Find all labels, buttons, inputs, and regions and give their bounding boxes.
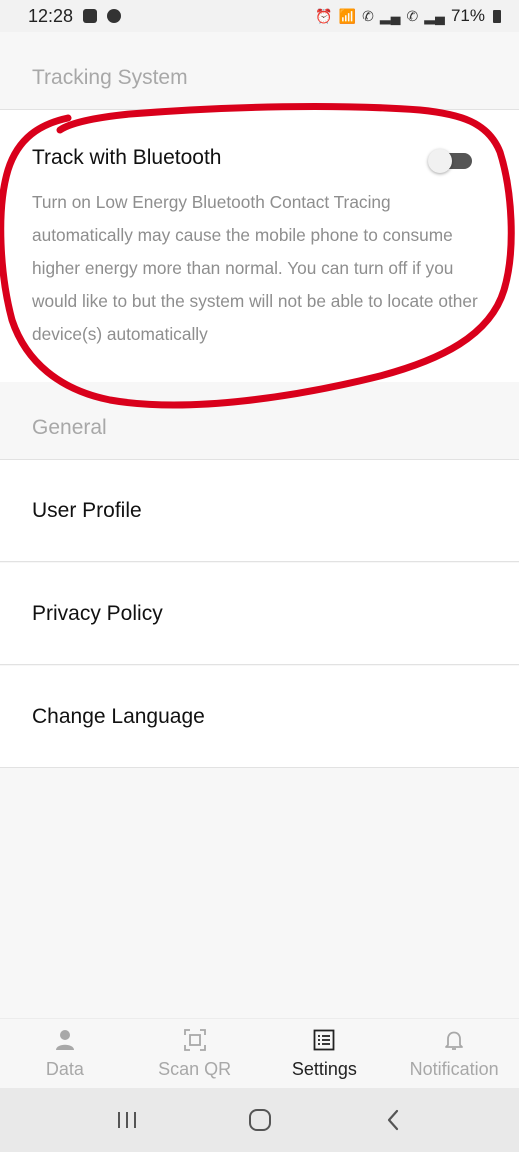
home-icon xyxy=(248,1109,271,1131)
back-icon xyxy=(387,1109,398,1131)
battery-percent: 71% xyxy=(450,6,485,25)
chat-icon xyxy=(107,9,122,23)
tab-notification[interactable]: Notification xyxy=(389,1019,519,1089)
bluetooth-description: Turn on Low Energy Bluetooth Contact Tra… xyxy=(32,192,478,344)
user-profile-item[interactable]: User Profile xyxy=(0,460,519,562)
tab-scan-qr[interactable]: Scan QR xyxy=(130,1019,260,1089)
battery-icon xyxy=(493,9,501,23)
toggle-thumb xyxy=(428,149,452,173)
signal-sim1-icon: ▂▄ xyxy=(379,7,401,24)
list-item-label: Change Language xyxy=(32,704,205,728)
tab-settings[interactable]: Settings xyxy=(260,1019,390,1089)
scan-qr-icon xyxy=(183,1029,206,1051)
bottom-tab-bar: Data Scan QR Settings Notification xyxy=(0,1018,519,1089)
recent-apps-button[interactable] xyxy=(107,1100,147,1140)
tab-label-scan-qr: Scan QR xyxy=(158,1059,232,1079)
wifi-icon: 📶 xyxy=(338,7,357,24)
back-button[interactable] xyxy=(373,1100,413,1140)
privacy-policy-item[interactable]: Privacy Policy xyxy=(0,563,519,665)
recent-apps-icon xyxy=(117,1112,136,1128)
list-item-label: User Profile xyxy=(32,498,142,522)
home-button[interactable] xyxy=(240,1100,280,1140)
list-icon xyxy=(313,1029,335,1051)
section-title-tracking: Tracking System xyxy=(32,66,188,89)
change-language-item[interactable]: Change Language xyxy=(0,666,519,768)
bluetooth-setting-card: Track with Bluetooth Turn on Low Energy … xyxy=(0,110,519,383)
bluetooth-toggle[interactable] xyxy=(428,149,472,173)
system-nav-bar xyxy=(0,1088,519,1152)
section-header-tracking: Tracking System xyxy=(0,32,519,110)
list-item-label: Privacy Policy xyxy=(32,601,163,625)
signal-sim2-icon: ▂▄ xyxy=(424,7,445,24)
bluetooth-title: Track with Bluetooth xyxy=(32,146,222,169)
section-header-general: General xyxy=(0,382,519,460)
tab-label-data: Data xyxy=(45,1059,84,1079)
person-icon xyxy=(55,1030,74,1050)
status-time: 12:28 xyxy=(28,5,74,26)
call-sim1-icon: ✆ xyxy=(362,7,374,24)
section-title-general: General xyxy=(32,416,107,439)
bell-icon xyxy=(445,1031,464,1050)
tab-label-notification: Notification xyxy=(409,1059,499,1079)
alarm-icon: ⏰ xyxy=(315,7,333,24)
tab-data[interactable]: Data xyxy=(0,1019,130,1089)
status-bar: 12:28 ⏰ 📶 ✆ ▂▄ ✆ ▂▄ 71% xyxy=(0,0,519,32)
message-icon xyxy=(83,9,98,23)
call-sim2-icon: ✆ xyxy=(406,7,419,24)
tab-label-settings: Settings xyxy=(291,1059,357,1079)
